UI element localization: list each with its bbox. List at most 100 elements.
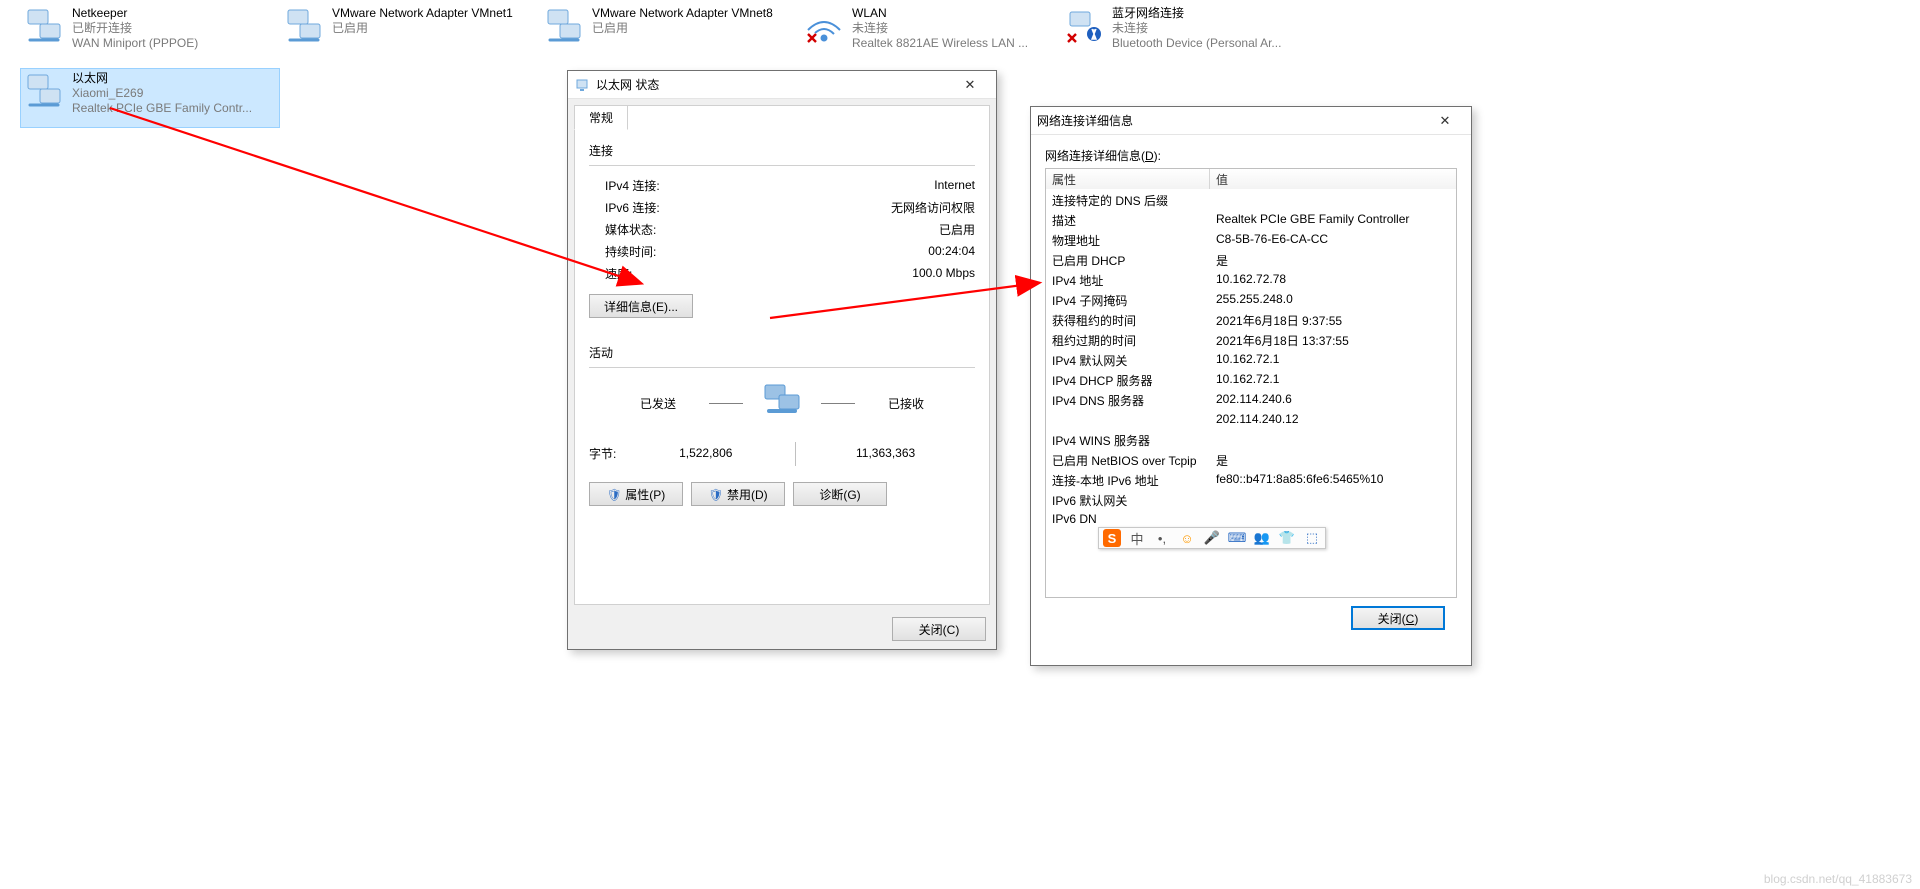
- status-key: 速度:: [589, 265, 632, 282]
- table-row[interactable]: 描述Realtek PCIe GBE Family Controller: [1046, 211, 1456, 231]
- adapter-item[interactable]: VMware Network Adapter VMnet8已启用: [540, 3, 800, 63]
- cell-property: 已启用 NetBIOS over Tcpip: [1046, 451, 1210, 471]
- connection-details-dialog: 网络连接详细信息 ✕ 网络连接详细信息(D): 属性 值 连接特定的 DNS 后…: [1030, 106, 1472, 666]
- disable-button[interactable]: 🛡 禁用(D): [691, 482, 785, 506]
- cell-property: IPv4 默认网关: [1046, 351, 1210, 371]
- status-value: Internet: [934, 178, 975, 192]
- status-key: 持续时间:: [589, 243, 656, 260]
- status-value: 100.0 Mbps: [912, 266, 975, 280]
- divider: [589, 165, 975, 166]
- table-row[interactable]: 连接-本地 IPv6 地址fe80::b471:8a85:6fe6:5465%1…: [1046, 471, 1456, 491]
- cell-value: fe80::b471:8a85:6fe6:5465%10: [1210, 471, 1456, 491]
- cell-value: 255.255.248.0: [1210, 291, 1456, 311]
- table-row[interactable]: 已启用 NetBIOS over Tcpip是: [1046, 451, 1456, 471]
- table-row[interactable]: 获得租约的时间2021年6月18日 9:37:55: [1046, 311, 1456, 331]
- adapter-item[interactable]: Netkeeper已断开连接WAN Miniport (PPPOE): [20, 3, 280, 63]
- network-icon: [574, 77, 590, 93]
- details-button[interactable]: 详细信息(E)...: [589, 294, 693, 318]
- close-icon[interactable]: ✕: [1425, 111, 1465, 131]
- table-row[interactable]: IPv4 地址10.162.72.78: [1046, 271, 1456, 291]
- status-key: IPv6 连接:: [589, 199, 660, 216]
- table-row[interactable]: IPv4 WINS 服务器: [1046, 431, 1456, 451]
- list-header[interactable]: 属性 值: [1046, 169, 1456, 189]
- table-row[interactable]: 202.114.240.12: [1046, 411, 1456, 431]
- received-label: 已接收: [837, 395, 975, 412]
- cell-property: 物理地址: [1046, 231, 1210, 251]
- adapter-name: VMware Network Adapter VMnet1: [332, 6, 513, 21]
- col-value[interactable]: 值: [1210, 169, 1456, 189]
- titlebar[interactable]: 以太网 状态 ✕: [568, 71, 996, 99]
- cell-property: IPv4 子网掩码: [1046, 291, 1210, 311]
- ime-button[interactable]: ☺: [1178, 529, 1196, 547]
- cell-value: 2021年6月18日 9:37:55: [1210, 311, 1456, 331]
- dialog-title: 以太网 状态: [596, 76, 950, 93]
- ime-button[interactable]: 👕: [1278, 529, 1296, 547]
- cell-property: IPv4 DHCP 服务器: [1046, 371, 1210, 391]
- watermark: blog.csdn.net/qq_41883673: [1764, 872, 1912, 886]
- table-row[interactable]: 已启用 DHCP是: [1046, 251, 1456, 271]
- adapter-sub1: 已启用: [592, 21, 773, 36]
- section-activity: 活动: [589, 344, 975, 361]
- close-icon[interactable]: ✕: [950, 75, 990, 95]
- properties-button[interactable]: 🛡 属性(P): [589, 482, 683, 506]
- cell-property: 租约过期的时间: [1046, 331, 1210, 351]
- cell-property: 连接-本地 IPv6 地址: [1046, 471, 1210, 491]
- shield-icon: 🛡: [708, 488, 723, 502]
- adapter-name: WLAN: [852, 6, 1028, 21]
- cell-value: 是: [1210, 251, 1456, 271]
- adapter-name: 以太网: [72, 71, 252, 86]
- adapter-sub1: 已断开连接: [72, 21, 198, 36]
- adapter-icon: [24, 71, 64, 111]
- adapter-item[interactable]: 蓝牙网络连接未连接Bluetooth Device (Personal Ar..…: [1060, 3, 1320, 63]
- table-row[interactable]: 物理地址C8-5B-76-E6-CA-CC: [1046, 231, 1456, 251]
- status-value: 已启用: [939, 221, 975, 238]
- sent-label: 已发送: [589, 395, 727, 412]
- close-button[interactable]: 关闭(C): [892, 617, 986, 641]
- adapter-sub2: Realtek PCIe GBE Family Contr...: [72, 101, 252, 116]
- ime-toolbar[interactable]: S中 •, ☺ 🎤 ⌨ 👥 👕 ⬚: [1098, 527, 1326, 549]
- ime-button[interactable]: 🎤: [1203, 529, 1221, 547]
- status-row: 持续时间:00:24:04: [589, 240, 975, 262]
- cell-property: IPv6 默认网关: [1046, 491, 1210, 511]
- network-adapters-list: Netkeeper已断开连接WAN Miniport (PPPOE)VMware…: [20, 3, 1420, 63]
- ime-button[interactable]: 中: [1128, 529, 1146, 547]
- close-button[interactable]: 关闭(C): [1351, 606, 1445, 630]
- cell-value: 是: [1210, 451, 1456, 471]
- status-row: IPv6 连接: 无网络访问权限: [589, 196, 975, 218]
- activity-icon: [727, 376, 837, 430]
- adapter-sub2: Bluetooth Device (Personal Ar...: [1112, 36, 1281, 51]
- adapter-sub1: 已启用: [332, 21, 513, 36]
- table-row[interactable]: IPv4 默认网关10.162.72.1: [1046, 351, 1456, 371]
- titlebar[interactable]: 网络连接详细信息 ✕: [1031, 107, 1471, 135]
- ime-button[interactable]: S: [1103, 529, 1121, 547]
- adapter-sub1: 未连接: [1112, 21, 1281, 36]
- col-property[interactable]: 属性: [1046, 169, 1210, 189]
- table-row[interactable]: IPv4 DNS 服务器202.114.240.6: [1046, 391, 1456, 411]
- bytes-label: 字节:: [589, 445, 616, 462]
- cell-value: Realtek PCIe GBE Family Controller: [1210, 211, 1456, 231]
- table-row[interactable]: 连接特定的 DNS 后缀: [1046, 191, 1456, 211]
- adapter-item[interactable]: VMware Network Adapter VMnet1已启用: [280, 3, 540, 63]
- ime-button[interactable]: 👥: [1253, 529, 1271, 547]
- adapter-name: 蓝牙网络连接: [1112, 6, 1281, 21]
- cell-property: 已启用 DHCP: [1046, 251, 1210, 271]
- ime-button[interactable]: ⌨: [1228, 529, 1246, 547]
- shield-icon: 🛡: [607, 488, 622, 502]
- table-row[interactable]: IPv6 默认网关: [1046, 491, 1456, 511]
- adapter-sub2: WAN Miniport (PPPOE): [72, 36, 198, 51]
- ime-button[interactable]: •,: [1153, 529, 1171, 547]
- status-key: IPv4 连接:: [589, 177, 660, 194]
- diagnose-button[interactable]: 诊断(G): [793, 482, 887, 506]
- ime-button[interactable]: ⬚: [1303, 529, 1321, 547]
- status-row: IPv4 连接: Internet: [589, 174, 975, 196]
- table-row[interactable]: IPv4 DHCP 服务器10.162.72.1: [1046, 371, 1456, 391]
- adapter-ethernet[interactable]: 以太网 Xiaomi_E269 Realtek PCIe GBE Family …: [20, 68, 280, 128]
- cell-value: 10.162.72.78: [1210, 271, 1456, 291]
- adapter-item[interactable]: WLAN未连接Realtek 8821AE Wireless LAN ...: [800, 3, 1060, 63]
- adapter-sub2: Realtek 8821AE Wireless LAN ...: [852, 36, 1028, 51]
- table-row[interactable]: IPv4 子网掩码255.255.248.0: [1046, 291, 1456, 311]
- status-value: 无网络访问权限: [891, 199, 975, 216]
- tab-general[interactable]: 常规: [574, 105, 628, 130]
- adapter-icon: [1064, 6, 1104, 46]
- table-row[interactable]: 租约过期的时间2021年6月18日 13:37:55: [1046, 331, 1456, 351]
